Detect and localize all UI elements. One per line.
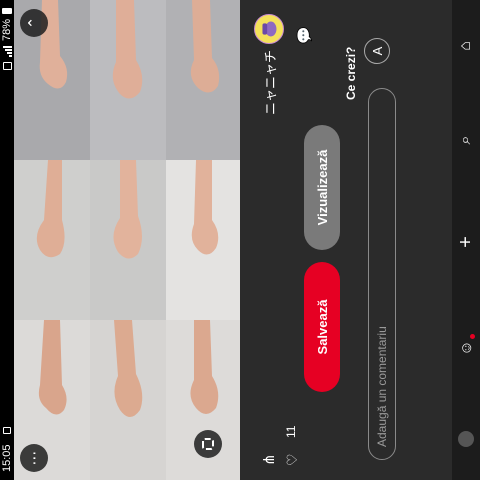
search-icon: ⌕ [457, 135, 474, 145]
messages-icon: ☺ [457, 340, 475, 356]
pin-details-panel: ⋔ ♡ 11 💬 ニャニャチ Vizualizează Salvează Ce … [240, 0, 452, 480]
save-button[interactable]: Salvează [304, 262, 340, 392]
pin-image[interactable]: ⋯ ⌃ [14, 0, 240, 480]
visual-search-button[interactable] [194, 430, 222, 458]
comment-prompt: Ce crezi? [344, 46, 358, 100]
nav-search[interactable]: ⌕ [455, 128, 477, 152]
status-bar: 15:05 78% [0, 0, 14, 480]
share-icon: ⋔ [261, 453, 278, 466]
home-icon: ⌂ [457, 41, 474, 51]
comment-input[interactable]: Adaugă un comentariu [368, 88, 396, 460]
bottom-nav: ☺ + ⌕ ⌂ [452, 0, 480, 480]
photo-notification-icon [3, 427, 11, 434]
hand-photo-8 [166, 160, 240, 320]
avatar[interactable] [254, 14, 284, 44]
hand-photo-9 [166, 0, 240, 160]
share-button[interactable]: ⋔ [260, 453, 278, 466]
nav-home[interactable]: ⌂ [455, 34, 477, 58]
username[interactable]: ニャニャチ [260, 50, 279, 126]
hand-photo-6 [90, 0, 166, 160]
back-button[interactable]: ⌃ [20, 9, 48, 37]
chat-bubble-icon: 💬 [296, 26, 312, 44]
comments-button[interactable]: 💬 [296, 27, 313, 44]
battery-level: 78% [1, 19, 13, 42]
like-button[interactable]: ♡ [284, 453, 301, 466]
nav-messages[interactable]: ☺ [455, 330, 477, 360]
chevron-up-icon: ⌃ [26, 16, 43, 30]
plus-icon: + [455, 236, 477, 248]
hand-photo-5 [90, 160, 166, 320]
signal-icon [2, 46, 12, 58]
unread-dot [469, 334, 475, 340]
nav-profile[interactable] [455, 428, 477, 450]
battery-icon [2, 8, 12, 14]
more-options-button[interactable]: ⋯ [20, 444, 48, 472]
heart-icon: ♡ [284, 453, 300, 466]
nav-create[interactable]: + [455, 230, 477, 254]
more-dots-icon: ⋯ [26, 450, 43, 466]
hand-photo-4 [90, 320, 166, 480]
status-time: 15:05 [1, 444, 13, 472]
profile-icon [458, 431, 474, 447]
notification-icon [2, 62, 12, 71]
like-count: 11 [284, 425, 298, 438]
view-button[interactable]: Vizualizează [304, 125, 340, 250]
comment-avatar: A [364, 38, 390, 64]
visual-search-icon [202, 438, 214, 450]
hand-photo-2 [14, 160, 90, 320]
